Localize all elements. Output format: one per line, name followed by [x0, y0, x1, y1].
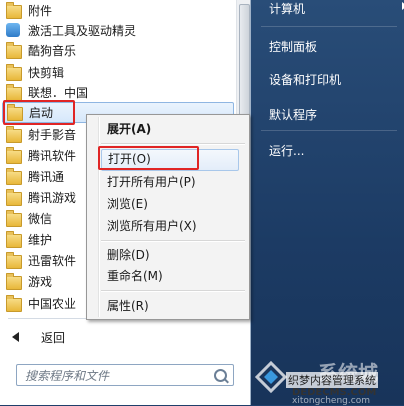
- menu-item-open-all-users[interactable]: 打开所有用户(P): [107, 172, 245, 192]
- divider: [261, 130, 397, 131]
- folder-icon: [6, 294, 22, 312]
- program-item-activation-tools[interactable]: 激活工具及驱动精灵: [2, 20, 234, 41]
- folder-icon: [6, 1, 22, 19]
- menu-item-label: 默认程序: [269, 108, 318, 122]
- menu-item-delete[interactable]: 删除(D): [107, 245, 245, 265]
- program-item-kugou[interactable]: 酷狗音乐: [2, 40, 234, 61]
- folder-icon: [6, 125, 22, 143]
- program-label: 维护: [28, 233, 53, 247]
- watermark: 系统城 织梦内容管理系统 DEDECMS.COM xitongcheng.com: [248, 352, 404, 406]
- back-arrow-icon: [12, 332, 19, 342]
- menu-item-run[interactable]: 运行...: [269, 142, 304, 159]
- menu-separator: [101, 290, 245, 292]
- search-icon[interactable]: [214, 369, 227, 382]
- program-item-accessories[interactable]: 附件: [2, 0, 234, 21]
- program-label: 游戏: [28, 275, 53, 289]
- menu-item-label: 计算机: [269, 2, 306, 16]
- folder-icon: [6, 63, 22, 81]
- menu-item-label: 设备和打印机: [269, 73, 342, 87]
- divider: [261, 26, 397, 27]
- folder-icon: [6, 167, 22, 185]
- program-label: 酷狗音乐: [28, 44, 77, 58]
- back-button[interactable]: 返回: [8, 326, 238, 348]
- folder-icon: [6, 188, 22, 206]
- context-menu: 展开(A) 打开(O) 打开所有用户(P) 浏览(E) 浏览所有用户(X) 删除…: [86, 114, 250, 320]
- menu-item-explore[interactable]: 浏览(E): [107, 194, 245, 214]
- back-label: 返回: [41, 330, 66, 345]
- right-pane: 计算机 控制面板 设备和打印机 默认程序 运行...: [251, 0, 404, 405]
- program-label: 激活工具及驱动精灵: [28, 24, 137, 38]
- menu-separator: [101, 240, 245, 242]
- folder-icon: [6, 251, 22, 269]
- menu-item-label: 控制面板: [269, 40, 318, 54]
- program-label: 迅雷软件: [28, 254, 77, 268]
- startup-highlight-box: [3, 100, 75, 125]
- program-label: 腾讯软件: [28, 149, 77, 163]
- menu-item-explore-all-users[interactable]: 浏览所有用户(X): [107, 216, 245, 236]
- menu-item-control-panel[interactable]: 控制面板: [269, 38, 317, 55]
- watermark-logo-icon: [254, 360, 288, 394]
- menu-item-computer[interactable]: 计算机: [269, 0, 404, 17]
- menu-item-properties[interactable]: 属性(R): [107, 296, 245, 316]
- program-item-kuaijianji[interactable]: 快剪辑: [2, 62, 234, 83]
- program-label: 腾讯通: [28, 170, 65, 184]
- search-input[interactable]: 搜索程序和文件: [16, 364, 234, 386]
- tool-app-icon: [6, 22, 22, 39]
- program-label: 快剪辑: [28, 66, 65, 80]
- menu-item-label: 运行...: [269, 144, 305, 158]
- open-highlight-box: [98, 146, 199, 170]
- folder-icon: [6, 209, 22, 227]
- menu-item-expand[interactable]: 展开(A): [107, 119, 245, 139]
- menu-item-devices-printers[interactable]: 设备和打印机: [269, 71, 341, 88]
- program-label: 附件: [28, 4, 53, 18]
- folder-icon: [6, 83, 22, 101]
- folder-icon: [6, 230, 22, 248]
- folder-icon: [6, 41, 22, 59]
- search-placeholder: 搜索程序和文件: [25, 368, 110, 383]
- folder-icon: [6, 272, 22, 290]
- watermark-text: 织梦内容管理系统: [286, 372, 378, 388]
- program-label: 中国农业: [28, 297, 77, 311]
- menu-separator: [101, 143, 245, 145]
- menu-item-rename[interactable]: 重命名(M): [107, 266, 245, 286]
- program-label: 腾讯游戏: [28, 191, 77, 205]
- program-label: 联想．中国: [28, 86, 89, 100]
- program-label: 射手影音: [28, 128, 77, 142]
- menu-item-default-programs[interactable]: 默认程序: [269, 106, 317, 123]
- program-label: 微信: [28, 212, 53, 226]
- folder-icon: [6, 146, 22, 164]
